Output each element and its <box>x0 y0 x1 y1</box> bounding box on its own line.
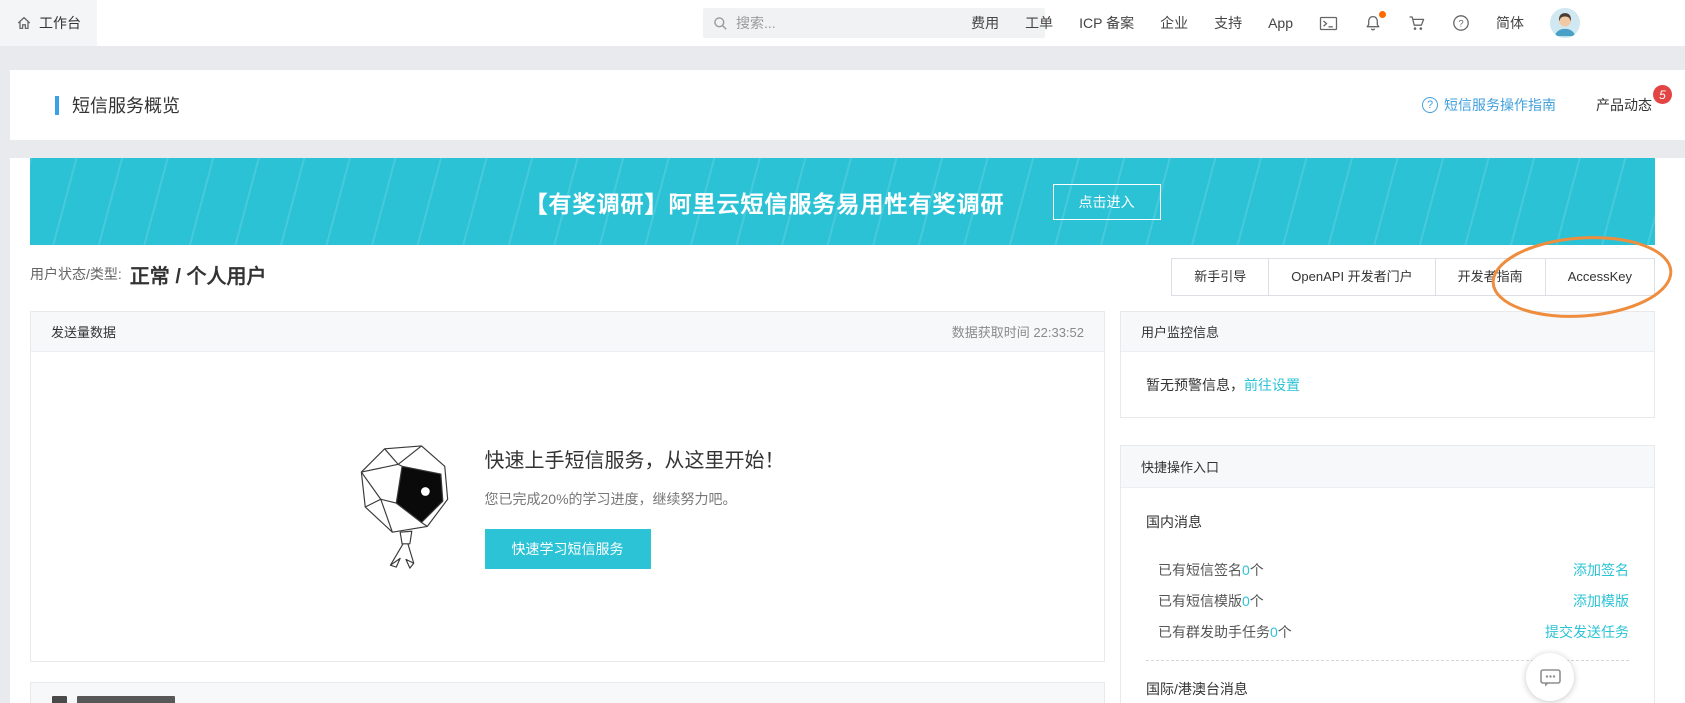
quick-entry-card-header: 快捷操作入口 <box>1121 446 1654 488</box>
template-row: 已有短信模版0个 添加模版 <box>1158 585 1629 616</box>
product-news-label: 产品动态 <box>1596 97 1652 113</box>
sms-guide-link[interactable]: ? 短信服务操作指南 <box>1422 95 1556 115</box>
workbench-label: 工作台 <box>39 13 81 33</box>
accesskey-button[interactable]: AccessKey <box>1545 258 1655 296</box>
news-count-badge: 5 <box>1653 85 1672 104</box>
onboarding-headline: 快速上手短信服务，从这里开始！ <box>485 444 785 473</box>
user-monitor-card-body: 暂无预警信息，前往设置 <box>1121 352 1654 418</box>
add-signature-link[interactable]: 添加签名 <box>1573 560 1629 580</box>
template-count: 0 <box>1242 593 1250 609</box>
send-volume-card-body: 快速上手短信服务，从这里开始！ 您已完成20%的学习进度，继续努力吧。 快速学习… <box>31 352 1104 661</box>
quick-entry-rows: 已有短信签名0个 添加签名 已有短信模版0个 添加模版 已有群发助手任务0个 提… <box>1158 554 1629 647</box>
sms-guide-label: 短信服务操作指南 <box>1444 95 1556 115</box>
survey-enter-button[interactable]: 点击进入 <box>1053 184 1161 220</box>
page-title-block: 短信服务概览 <box>55 70 180 140</box>
user-monitor-card: 用户监控信息 暂无预警信息，前往设置 <box>1120 311 1655 418</box>
batch-task-row: 已有群发助手任务0个 提交发送任务 <box>1158 616 1629 647</box>
page-background-band <box>0 46 1685 70</box>
clipped-title-fragment <box>52 696 67 703</box>
page-title: 短信服务概览 <box>72 92 180 118</box>
menu-tickets[interactable]: 工单 <box>1025 13 1053 33</box>
menu-billing[interactable]: 费用 <box>971 13 999 33</box>
title-accent-bar <box>55 96 59 115</box>
robot-illustration <box>351 443 459 571</box>
home-icon <box>16 15 32 31</box>
clipped-title-fragment <box>77 696 175 703</box>
locale-switcher[interactable]: 简体 <box>1496 13 1524 33</box>
no-alert-text: 暂无预警信息， <box>1146 377 1244 393</box>
quick-entry-title: 快捷操作入口 <box>1141 457 1219 476</box>
newbie-guide-button[interactable]: 新手引导 <box>1171 258 1269 296</box>
user-monitor-title: 用户监控信息 <box>1141 322 1219 341</box>
submit-send-task-link[interactable]: 提交发送任务 <box>1545 622 1629 642</box>
notification-dot <box>1379 11 1386 18</box>
go-settings-link[interactable]: 前往设置 <box>1244 377 1300 393</box>
send-volume-title: 发送量数据 <box>51 322 116 341</box>
bell-icon[interactable] <box>1364 14 1382 32</box>
product-news-link[interactable]: 产品动态 5 <box>1596 95 1660 115</box>
openapi-portal-button[interactable]: OpenAPI 开发者门户 <box>1268 258 1435 296</box>
survey-banner[interactable]: 【有奖调研】阿里云短信服务易用性有奖调研 点击进入 <box>30 158 1655 245</box>
top-nav-bar: 工作台 费用 工单 ICP 备案 企业 支持 App <box>0 0 1685 46</box>
data-fetch-time: 数据获取时间 22:33:52 <box>952 322 1084 341</box>
add-template-link[interactable]: 添加模版 <box>1573 591 1629 611</box>
page-header: 短信服务概览 ? 短信服务操作指南 产品动态 5 <box>10 70 1685 140</box>
quick-learn-button[interactable]: 快速学习短信服务 <box>485 529 651 569</box>
send-volume-card: 发送量数据 数据获取时间 22:33:52 快速上手短信服务，从这里开始！ 您已… <box>30 311 1105 662</box>
chat-icon <box>1539 667 1562 688</box>
menu-app[interactable]: App <box>1268 15 1293 31</box>
template-count-text: 已有短信模版0个 <box>1158 591 1264 611</box>
question-circle-icon: ? <box>1422 97 1438 113</box>
quick-entry-card: 快捷操作入口 国内消息 已有短信签名0个 添加签名 已有短信模版0个 添加模版 … <box>1120 445 1655 703</box>
send-volume-card-header: 发送量数据 数据获取时间 22:33:52 <box>31 312 1104 352</box>
domestic-section-label: 国内消息 <box>1146 512 1629 532</box>
batch-task-count-text: 已有群发助手任务0个 <box>1158 622 1292 642</box>
user-monitor-card-header: 用户监控信息 <box>1121 312 1654 352</box>
signature-count: 0 <box>1242 562 1250 578</box>
sms-console-screen: 工作台 费用 工单 ICP 备案 企业 支持 App <box>0 0 1685 703</box>
page-header-actions: ? 短信服务操作指南 产品动态 5 <box>1422 70 1660 140</box>
quick-entry-card-body: 国内消息 已有短信签名0个 添加签名 已有短信模版0个 添加模版 已有群发助手任… <box>1121 488 1654 699</box>
user-status-value: 正常 / 个人用户 <box>130 260 267 289</box>
batch-task-count: 0 <box>1270 624 1278 640</box>
top-menu: 费用 工单 ICP 备案 企业 支持 App <box>971 0 1580 46</box>
quick-button-group: 新手引导 OpenAPI 开发者门户 开发者指南 AccessKey <box>1171 258 1655 296</box>
menu-enterprise[interactable]: 企业 <box>1160 13 1188 33</box>
help-icon[interactable]: ? <box>1452 14 1470 32</box>
search-icon <box>713 16 728 31</box>
user-status-row: 用户状态/类型: 正常 / 个人用户 <box>30 256 266 292</box>
survey-banner-text: 【有奖调研】阿里云短信服务易用性有奖调研 <box>525 185 1005 219</box>
avatar[interactable] <box>1550 8 1580 38</box>
signature-row: 已有短信签名0个 添加签名 <box>1158 554 1629 585</box>
developer-guide-button[interactable]: 开发者指南 <box>1435 258 1546 296</box>
onboarding-text-block: 快速上手短信服务，从这里开始！ 您已完成20%的学习进度，继续努力吧。 快速学习… <box>485 444 785 569</box>
signature-count-text: 已有短信签名0个 <box>1158 560 1264 580</box>
terminal-icon[interactable] <box>1319 15 1338 32</box>
menu-support[interactable]: 支持 <box>1214 13 1242 33</box>
workbench-button[interactable]: 工作台 <box>0 0 97 46</box>
page-background-gap <box>0 140 1685 158</box>
collapsed-sidebar-strip <box>0 46 10 703</box>
next-card-partial-header <box>30 682 1105 703</box>
onboarding-progress-text: 您已完成20%的学习进度，继续努力吧。 <box>485 489 785 509</box>
user-status-label: 用户状态/类型: <box>30 264 122 284</box>
svg-text:?: ? <box>1458 18 1463 29</box>
cart-icon[interactable] <box>1408 15 1426 32</box>
menu-icp[interactable]: ICP 备案 <box>1079 13 1134 33</box>
chat-fab[interactable] <box>1526 653 1574 701</box>
